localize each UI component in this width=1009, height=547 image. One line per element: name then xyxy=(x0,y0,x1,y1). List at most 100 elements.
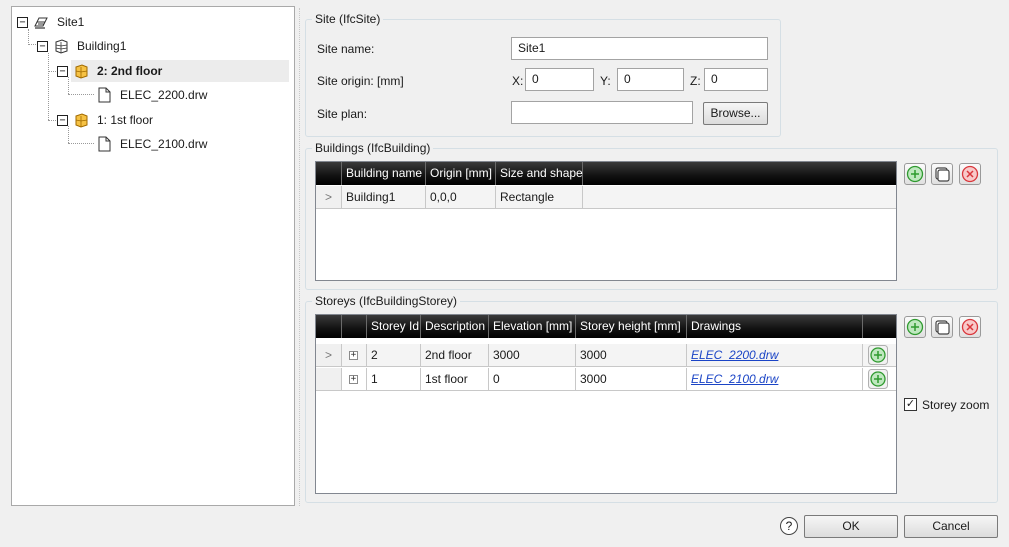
storey-description-cell[interactable]: 1st floor xyxy=(421,368,489,391)
row-marker[interactable] xyxy=(316,368,342,391)
storey-description-cell[interactable]: 2nd floor xyxy=(421,344,489,367)
tree-node-label: ELEC_2100.drw xyxy=(120,137,208,151)
add-drawing-icon[interactable] xyxy=(868,345,888,365)
copy-icon xyxy=(935,320,950,335)
storeys-group-title: Storeys (IfcBuildingStorey) xyxy=(312,294,461,308)
add-icon xyxy=(906,318,924,336)
copy-icon xyxy=(935,167,950,182)
storey-zoom-checkbox[interactable]: ✓ xyxy=(904,398,917,411)
expand-toggle[interactable]: + xyxy=(349,375,358,385)
expand-toggle[interactable]: + xyxy=(349,351,358,361)
row-marker[interactable]: > xyxy=(316,186,342,209)
buildings-group-title: Buildings (IfcBuilding) xyxy=(312,141,434,155)
collapse-toggle[interactable]: − xyxy=(37,40,48,52)
site-group: Site (IfcSite) Site name: Site1 Site ori… xyxy=(305,12,781,137)
tree-node-site[interactable]: − Site1 xyxy=(17,11,87,33)
browse-button[interactable]: Browse... xyxy=(703,102,768,125)
storey-id-cell[interactable]: 2 xyxy=(367,344,421,367)
collapse-toggle[interactable]: − xyxy=(57,114,68,126)
drawing-link[interactable]: ELEC_2200.drw xyxy=(691,348,778,362)
tree-node-label: 2: 2nd floor xyxy=(97,64,163,78)
delete-icon xyxy=(961,165,979,183)
table-row[interactable]: > + 2 2nd floor 3000 3000 ELEC_2200.drw xyxy=(316,344,896,367)
storey-height-cell[interactable]: 3000 xyxy=(576,368,687,391)
action-column-header xyxy=(863,315,896,338)
storeys-grid[interactable]: Storey Id Description Elevation [mm] Sto… xyxy=(315,314,897,494)
copy-storey-button[interactable] xyxy=(931,316,953,338)
column-header[interactable]: Storey Id xyxy=(367,315,421,338)
storeys-group: Storeys (IfcBuildingStorey) Storey Id De… xyxy=(305,294,998,503)
column-header[interactable]: Size and shape xyxy=(496,162,583,185)
site-name-label: Site name: xyxy=(317,42,375,56)
storey-height-cell[interactable]: 3000 xyxy=(576,344,687,367)
site-plan-field[interactable] xyxy=(511,101,693,124)
row-header-corner xyxy=(316,162,342,185)
tree-connector xyxy=(28,44,36,45)
cancel-button[interactable]: Cancel xyxy=(904,515,998,538)
row-expand-cell[interactable]: + xyxy=(342,368,367,391)
building-name-cell[interactable]: Building1 xyxy=(342,186,426,209)
building-origin-cell[interactable]: 0,0,0 xyxy=(426,186,496,209)
storey-elevation-cell[interactable]: 0 xyxy=(489,368,576,391)
column-header[interactable]: Description xyxy=(421,315,489,338)
add-drawing-icon[interactable] xyxy=(868,369,888,389)
storey-icon xyxy=(75,64,88,79)
filler-cell xyxy=(583,186,896,209)
storey-id-cell[interactable]: 1 xyxy=(367,368,421,391)
drawing-link[interactable]: ELEC_2100.drw xyxy=(691,372,778,386)
row-action-cell[interactable] xyxy=(863,344,896,367)
origin-y-field[interactable]: 0 xyxy=(617,68,684,91)
add-storey-button[interactable] xyxy=(904,316,926,338)
building-shape-cell[interactable]: Rectangle xyxy=(496,186,583,209)
add-building-button[interactable] xyxy=(904,163,926,185)
row-header-corner xyxy=(316,315,342,338)
tree-node-label: 1: 1st floor xyxy=(97,113,154,127)
document-icon xyxy=(98,87,111,103)
delete-storey-button[interactable] xyxy=(959,316,981,338)
tree-node-label: Building1 xyxy=(77,39,127,53)
tree-node-label: Site1 xyxy=(57,15,85,29)
column-header[interactable]: Origin [mm] xyxy=(426,162,496,185)
tree-node-label: ELEC_2200.drw xyxy=(120,88,208,102)
tree-node-storey-1[interactable]: − 1: 1st floor xyxy=(57,109,156,131)
tree-node-drawing[interactable]: ELEC_2200.drw xyxy=(96,84,210,106)
tree-connector xyxy=(68,143,94,144)
table-row[interactable]: > Building1 0,0,0 Rectangle xyxy=(316,186,896,209)
collapse-toggle[interactable]: − xyxy=(57,65,68,77)
column-header[interactable]: Building name xyxy=(342,162,426,185)
splitter[interactable] xyxy=(299,8,300,506)
building-icon xyxy=(55,39,68,54)
origin-x-field[interactable]: 0 xyxy=(525,68,594,91)
storey-zoom-label[interactable]: Storey zoom xyxy=(922,398,989,412)
origin-z-field[interactable]: 0 xyxy=(704,68,768,91)
row-action-cell[interactable] xyxy=(863,368,896,391)
row-expand-cell[interactable]: + xyxy=(342,344,367,367)
ok-button[interactable]: OK xyxy=(804,515,898,538)
tree-node-drawing[interactable]: ELEC_2100.drw xyxy=(96,133,210,155)
tree-connector xyxy=(48,71,56,72)
tree-node-building[interactable]: − Building1 xyxy=(37,35,129,57)
z-label: Z: xyxy=(690,74,701,88)
column-header[interactable]: Drawings xyxy=(687,315,863,338)
expander-column-header xyxy=(342,315,367,338)
tree-node-storey-2[interactable]: − 2: 2nd floor xyxy=(57,60,290,82)
column-header[interactable]: Storey height [mm] xyxy=(576,315,687,338)
project-tree[interactable]: − Site1 − Building1 − 2: 2nd floor ELEC_… xyxy=(11,6,295,506)
y-label: Y: xyxy=(600,74,611,88)
storey-drawing-cell[interactable]: ELEC_2100.drw xyxy=(687,368,863,391)
storey-elevation-cell[interactable]: 3000 xyxy=(489,344,576,367)
buildings-grid[interactable]: Building name Origin [mm] Size and shape… xyxy=(315,161,897,281)
collapse-toggle[interactable]: − xyxy=(17,16,28,28)
site-name-field[interactable]: Site1 xyxy=(511,37,768,60)
tree-connector xyxy=(48,53,49,120)
storey-drawing-cell[interactable]: ELEC_2200.drw xyxy=(687,344,863,367)
copy-building-button[interactable] xyxy=(931,163,953,185)
row-marker[interactable]: > xyxy=(316,344,342,367)
table-row[interactable]: + 1 1st floor 0 3000 ELEC_2100.drw xyxy=(316,368,896,391)
site-origin-label: Site origin: [mm] xyxy=(317,74,404,88)
storeys-grid-header: Storey Id Description Elevation [mm] Sto… xyxy=(316,315,896,338)
column-header[interactable]: Elevation [mm] xyxy=(489,315,576,338)
selection-highlight: 2: 2nd floor xyxy=(71,60,290,82)
delete-building-button[interactable] xyxy=(959,163,981,185)
help-button[interactable]: ? xyxy=(780,517,798,535)
